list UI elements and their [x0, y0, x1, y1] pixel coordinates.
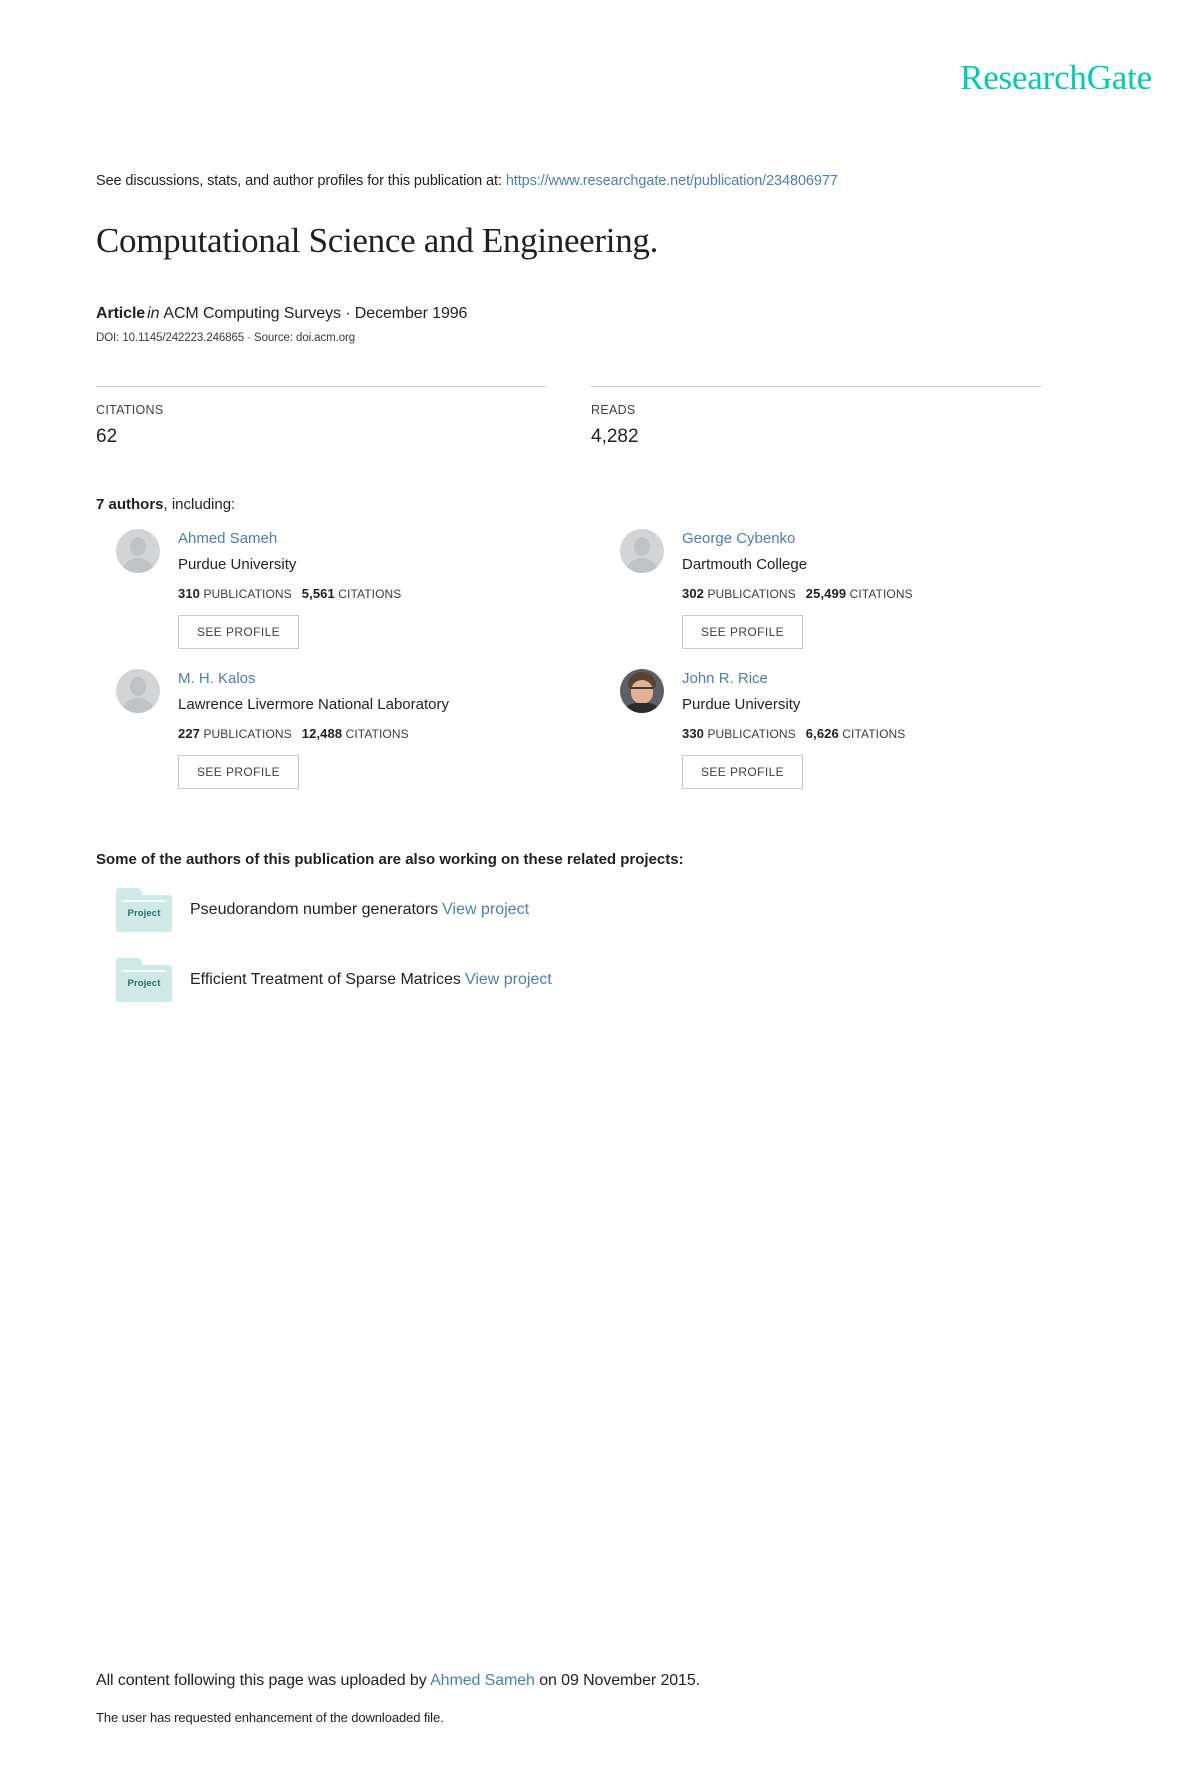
article-meta-line: Article in ACM Computing Surveys · Decembe… — [96, 305, 1104, 323]
stats-row: CITATIONS 62 READS 4,282 — [96, 386, 1104, 448]
author-info: George Cybenko Dartmouth College 302 PUB… — [682, 529, 1104, 650]
view-project-link[interactable]: View project — [465, 971, 552, 988]
upload-suffix-text: on 09 November 2015. — [539, 1672, 700, 1689]
publication-count: 302 — [682, 586, 704, 602]
author-card: George Cybenko Dartmouth College 302 PUB… — [600, 529, 1104, 650]
see-profile-button[interactable]: SEE PROFILE — [178, 615, 300, 650]
authors-grid: Ahmed Sameh Purdue University 310 PUBLIC… — [96, 529, 1104, 809]
author-affiliation: Purdue University — [682, 696, 801, 714]
avatar-placeholder-icon — [116, 529, 160, 574]
citation-count: 25,499 — [805, 586, 847, 602]
author-info: Ahmed Sameh Purdue University 310 PUBLIC… — [178, 529, 600, 650]
article-in-label: in — [147, 305, 160, 323]
avatar-placeholder-icon — [116, 669, 160, 714]
publication-count: 310 — [178, 586, 200, 602]
author-metrics: 227 PUBLICATIONS 12,488 CITATIONS — [178, 726, 600, 741]
uploader-link[interactable]: Ahmed Sameh — [430, 1672, 535, 1689]
author-metrics: 330 PUBLICATIONS 6,626 CITATIONS — [682, 726, 1104, 741]
article-type-label: Article — [96, 305, 146, 323]
publication-count: 330 — [682, 726, 704, 742]
author-affiliation: Lawrence Livermore National Laboratory — [178, 696, 449, 714]
view-project-link[interactable]: View project — [442, 901, 529, 918]
author-name-link[interactable]: John R. Rice — [682, 670, 768, 688]
avatar-photo — [620, 669, 664, 714]
authors-heading: 7 authors, including: — [96, 496, 1104, 513]
project-folder-label: Project — [127, 908, 161, 920]
researchgate-cover-page: ResearchGate See discussions, stats, and… — [0, 0, 1200, 1773]
citations-label: CITATIONS — [849, 587, 913, 602]
see-discussions-line: See discussions, stats, and author profi… — [96, 172, 1104, 191]
author-affiliation: Dartmouth College — [682, 556, 808, 574]
stat-value: 4,282 — [591, 426, 639, 448]
page-title: Computational Science and Engineering. — [96, 220, 659, 260]
project-row: Project Pseudorandom number generators Vi… — [96, 888, 1104, 933]
publications-label: PUBLICATIONS — [707, 587, 796, 602]
authors-count: 7 authors — [96, 496, 164, 514]
see-discussions-text: See discussions, stats, and author profi… — [96, 173, 502, 189]
stat-label: READS — [591, 403, 636, 418]
publications-label: PUBLICATIONS — [203, 727, 292, 742]
citation-count: 6,626 — [805, 726, 839, 742]
main-content: See discussions, stats, and author profi… — [96, 0, 1104, 1028]
citations-label: CITATIONS — [338, 587, 402, 602]
project-title: Pseudorandom number generators — [190, 901, 439, 919]
stat-reads: READS 4,282 — [591, 386, 1041, 448]
author-name-link[interactable]: M. H. Kalos — [178, 670, 256, 688]
author-name-link[interactable]: Ahmed Sameh — [178, 530, 277, 548]
project-text: Efficient Treatment of Sparse Matrices Vi… — [190, 971, 552, 989]
author-name-link[interactable]: George Cybenko — [682, 530, 795, 548]
project-title: Efficient Treatment of Sparse Matrices — [190, 971, 461, 989]
author-metrics: 302 PUBLICATIONS 25,499 CITATIONS — [682, 586, 1104, 601]
author-card: Ahmed Sameh Purdue University 310 PUBLIC… — [96, 529, 600, 650]
citations-label: CITATIONS — [345, 727, 409, 742]
enhancement-note: The user has requested enhancement of th… — [96, 1710, 444, 1725]
author-metrics: 310 PUBLICATIONS 5,561 CITATIONS — [178, 586, 600, 601]
publications-label: PUBLICATIONS — [203, 587, 292, 602]
see-profile-button[interactable]: SEE PROFILE — [682, 755, 804, 790]
author-info: John R. Rice Purdue University 330 PUBLI… — [682, 669, 1104, 790]
footer: All content following this page was uplo… — [96, 1672, 1104, 1725]
stat-citations: CITATIONS 62 — [96, 386, 546, 448]
citations-label: CITATIONS — [842, 727, 906, 742]
project-row: Project Efficient Treatment of Sparse Ma… — [96, 958, 1104, 1003]
stat-divider — [591, 386, 1041, 388]
project-text: Pseudorandom number generators View proje… — [190, 901, 529, 919]
publication-count: 227 — [178, 726, 200, 742]
author-affiliation: Purdue University — [178, 556, 297, 574]
project-folder-label: Project — [127, 978, 161, 990]
publications-label: PUBLICATIONS — [707, 727, 796, 742]
project-folder-icon: Project — [116, 958, 172, 1003]
authors-including-label: , including: — [163, 496, 236, 514]
project-folder-icon: Project — [116, 888, 172, 933]
related-projects-list: Project Pseudorandom number generators Vi… — [96, 888, 1104, 1003]
avatar-placeholder-icon — [620, 529, 664, 574]
related-projects-heading: Some of the authors of this publication … — [96, 851, 684, 869]
stat-value: 62 — [96, 426, 118, 448]
upload-prefix-text: All content following this page was uplo… — [96, 1672, 427, 1689]
publication-url-link[interactable]: https://www.researchgate.net/publication… — [506, 173, 838, 189]
author-card: M. H. Kalos Lawrence Livermore National … — [96, 669, 600, 790]
author-info: M. H. Kalos Lawrence Livermore National … — [178, 669, 600, 790]
citation-count: 5,561 — [301, 586, 335, 602]
article-venue-date: ACM Computing Surveys · December 1996 — [163, 305, 468, 323]
see-profile-button[interactable]: SEE PROFILE — [682, 615, 804, 650]
doi-source-line: DOI: 10.1145/242223.246865 · Source: doi… — [96, 332, 356, 345]
see-profile-button[interactable]: SEE PROFILE — [178, 755, 300, 790]
author-card: John R. Rice Purdue University 330 PUBLI… — [600, 669, 1104, 790]
upload-info-line: All content following this page was uplo… — [96, 1672, 1104, 1690]
citation-count: 12,488 — [301, 726, 343, 742]
stat-divider — [96, 386, 546, 388]
stat-label: CITATIONS — [96, 403, 164, 418]
